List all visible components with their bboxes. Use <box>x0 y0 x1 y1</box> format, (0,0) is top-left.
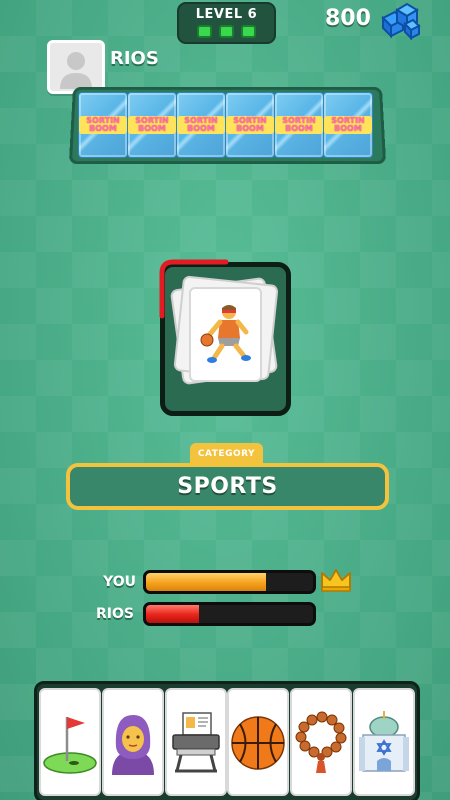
category-banner: SPORTS <box>66 463 389 510</box>
player-progress-bar <box>143 570 316 594</box>
opponent-progress-fill <box>146 605 200 623</box>
basketball-player-icon <box>200 304 251 363</box>
player-progress-fill <box>146 573 267 591</box>
id-card-printer-icon <box>171 712 220 773</box>
hand-card-hijab[interactable] <box>101 688 164 796</box>
prayer-beads-icon <box>295 711 347 773</box>
opponent-name: RIOS <box>110 48 159 69</box>
opponent-progress-label: RIOS <box>96 606 134 622</box>
opponent-cards: SORTIN BOOM SORTIN BOOM SORTIN BOOM SORT… <box>78 92 378 158</box>
player-progress-label: YOU <box>103 574 136 590</box>
card-back-logo: SORTIN BOOM <box>177 116 225 134</box>
hand-card-id-printer[interactable] <box>164 688 227 796</box>
opponent-card-back: SORTIN BOOM <box>225 92 275 158</box>
card-back-logo: SORTIN BOOM <box>324 116 372 134</box>
level-stage-dots <box>197 25 256 38</box>
opponent-card-back: SORTIN BOOM <box>176 92 226 158</box>
player-hand <box>39 688 415 796</box>
category-label: CATEGORY <box>190 443 263 465</box>
hand-card-golf[interactable] <box>39 688 101 796</box>
hand-card-basketball[interactable] <box>227 688 290 796</box>
golf-flag-icon <box>43 717 97 774</box>
pile-top-card <box>189 287 262 382</box>
gem-icon <box>381 2 421 40</box>
opponent-avatar <box>47 40 105 94</box>
opponent-card-back: SORTIN BOOM <box>78 92 128 158</box>
basketball-icon <box>231 716 286 770</box>
card-back-logo: SORTIN BOOM <box>275 116 323 134</box>
level-stage-dot <box>241 25 256 38</box>
card-back-logo: SORTIN BOOM <box>79 116 127 134</box>
opponent-progress-bar <box>143 602 316 626</box>
hand-card-prayer-beads[interactable] <box>290 688 353 796</box>
level-stage-dot <box>219 25 234 38</box>
gem-count: 800 <box>325 6 371 31</box>
opponent-card-back: SORTIN BOOM <box>323 92 373 158</box>
woman-hijab-icon <box>111 715 154 775</box>
synagogue-icon <box>358 711 409 772</box>
level-label: LEVEL 6 <box>195 7 258 22</box>
avatar-placeholder-icon <box>60 52 92 89</box>
category-value: SPORTS <box>177 474 278 499</box>
card-back-logo: SORTIN BOOM <box>226 116 274 134</box>
opponent-card-back: SORTIN BOOM <box>274 92 324 158</box>
hand-card-synagogue[interactable] <box>352 688 415 796</box>
level-stage-dot <box>197 25 212 38</box>
level-indicator: LEVEL 6 <box>177 2 276 44</box>
opponent-card-back: SORTIN BOOM <box>127 92 177 158</box>
crown-icon <box>321 569 351 592</box>
card-back-logo: SORTIN BOOM <box>128 116 176 134</box>
